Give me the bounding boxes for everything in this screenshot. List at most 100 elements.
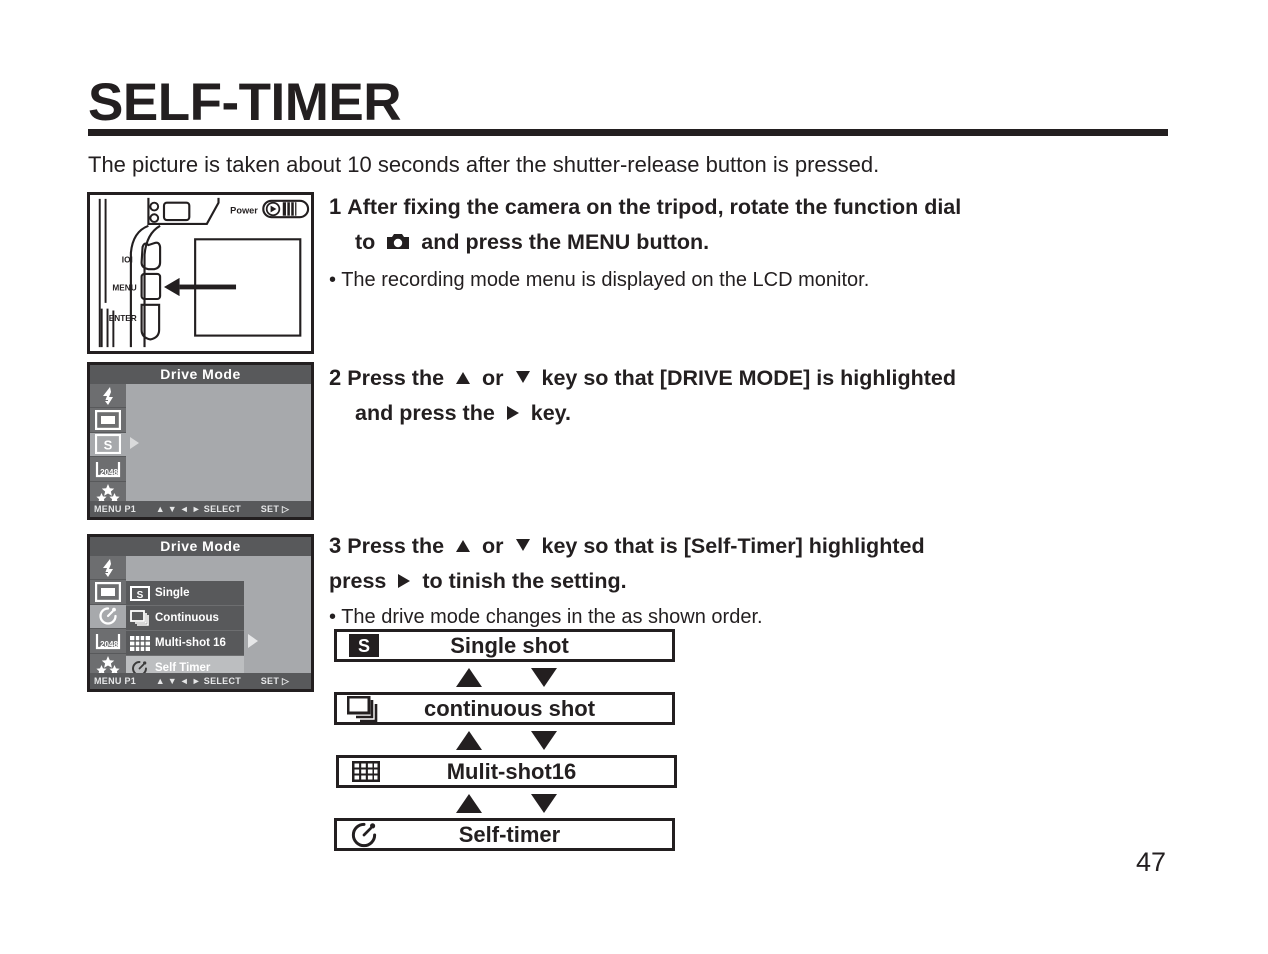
step-1-line-1-text: After fixing the camera on the tripod, r… (347, 195, 962, 219)
step-3-line-1-a: Press the (347, 534, 445, 558)
step-2: 2 Press the or key so that [DRIVE MODE] i… (329, 360, 1169, 431)
lcd1-status-menu: MENU P1 (94, 504, 137, 514)
step-1-line-2: to and press the MENU button. (329, 225, 1169, 262)
rail-item-resolution[interactable]: 2048 (90, 457, 126, 482)
menu-item-multishot-label: Multi-shot 16 (155, 637, 226, 649)
step-2-line-1-c: key so that [DRIVE MODE] is highlighted (541, 366, 957, 390)
self-timer-icon (337, 820, 391, 850)
camera-mode-icon (386, 227, 410, 262)
flow-arrows-1 (334, 662, 679, 692)
step-3-line-1: 3 Press the or key so that is [Self-Timer… (329, 528, 1169, 564)
camera-back-figure: Power ΙΟΙ MENU ENTER (87, 192, 314, 354)
step-2-number: 2 (329, 365, 342, 390)
step-3-line-2: press to tinish the setting. (329, 564, 1169, 599)
lcd-screen-drive-mode: Drive Mode S 2048 MENU P1 ▲ ▼ ◄ ► SELECT… (87, 362, 314, 520)
menu-item-continuous[interactable]: Continuous (126, 606, 244, 631)
lcd1-rail: S 2048 (90, 384, 126, 506)
step-2-line-1-b: or (482, 366, 504, 390)
lcd2-status-keys: ▲ ▼ ◄ ► (155, 676, 201, 686)
svg-text:2048: 2048 (100, 640, 118, 649)
step-1: 1 After fixing the camera on the tripod, … (329, 189, 1169, 295)
multishot-grid-icon (339, 761, 393, 782)
drive-mode-menu-list: S Single Continuous Multi-shot 16 Self T… (126, 581, 244, 681)
menu-item-multishot[interactable]: Multi-shot 16 (126, 631, 244, 656)
arrow-down-icon (531, 794, 557, 813)
step-1-number: 1 (329, 194, 342, 219)
step-1-line-2-prefix: to (355, 230, 376, 254)
lcd1-status-set: SET (260, 504, 280, 514)
arrow-up-icon (456, 540, 471, 552)
flow-item-self-timer-label: Self-timer (458, 821, 561, 847)
step-2-line-2-b: key. (530, 401, 572, 425)
arrow-up-icon (456, 668, 482, 687)
title-rule (88, 129, 1168, 136)
rail-item-flash[interactable] (90, 384, 126, 409)
svg-text:S: S (358, 636, 370, 656)
lcd2-status-bar: MENU P1 ▲ ▼ ◄ ► SELECT SET ▷ (90, 673, 311, 689)
page-number: 47 (1136, 847, 1167, 877)
step-2-line-1-a: Press the (347, 366, 445, 390)
flash-icon (103, 558, 113, 577)
power-label: Power (230, 205, 258, 215)
arrow-up-icon (456, 731, 482, 750)
menu-button-label: MENU (112, 283, 136, 292)
step-2-line-2: and press the key. (329, 396, 1169, 431)
lcd2-status-set-arrow: ▷ (281, 676, 290, 686)
pointer-arrow (163, 277, 237, 297)
single-s-icon: S (95, 434, 121, 455)
frame-icon (95, 410, 121, 431)
continuous-icon (130, 610, 152, 626)
rail-item-frame[interactable] (90, 580, 126, 605)
lcd2-status-set: SET (260, 676, 280, 686)
lcd1-status-keys: ▲ ▼ ◄ ► (155, 504, 201, 514)
arrow-down-icon (531, 731, 557, 750)
step-3-note: • The drive mode changes in the as shown… (329, 606, 763, 628)
arrow-right-icon (398, 574, 411, 588)
step-2-line-2-a: and press the (355, 401, 495, 425)
display-button-label: ΙΟΙ (122, 255, 133, 264)
flow-item-single-shot-label: Single shot (450, 632, 569, 658)
svg-text:S: S (137, 589, 144, 600)
lcd1-status-bar: MENU P1 ▲ ▼ ◄ ► SELECT SET ▷ (90, 501, 311, 517)
rail-item-flash[interactable] (90, 556, 126, 581)
lcd1-title: Drive Mode (90, 365, 311, 384)
drive-mode-flow-diagram: S Single shot continuous shot Mulit-shot… (334, 629, 679, 851)
lcd2-cursor-arrow (248, 634, 258, 648)
rail-item-drive-mode[interactable] (90, 604, 126, 630)
lcd2-rail: 2048 (90, 556, 126, 678)
menu-item-single[interactable]: S Single (126, 581, 244, 606)
flow-arrows-3 (334, 788, 679, 818)
step-1-line-1: 1 After fixing the camera on the tripod, … (329, 189, 1169, 225)
lcd2-status-menu: MENU P1 (94, 676, 137, 686)
arrow-up-icon (456, 372, 471, 384)
step-3-line-2-a: press (329, 569, 387, 593)
arrow-down-icon (531, 668, 557, 687)
step-3-line-2-b: to tinish the setting. (422, 569, 627, 593)
rail-item-resolution[interactable]: 2048 (90, 629, 126, 654)
intro-text: The picture is taken about 10 seconds af… (88, 152, 880, 177)
flow-item-continuous-shot-label: continuous shot (423, 695, 596, 721)
rail-item-frame[interactable] (90, 408, 126, 433)
svg-text:S: S (104, 438, 113, 453)
lcd1-cursor-arrow (130, 436, 139, 449)
arrow-up-icon (456, 794, 482, 813)
rail-item-drive-mode[interactable]: S (90, 432, 126, 458)
lcd2-title: Drive Mode (90, 537, 311, 556)
single-s-icon: S (130, 585, 152, 601)
step-3: 3 Press the or key so that is [Self-Timer… (329, 528, 1169, 632)
camera-illustration: Power ΙΟΙ MENU ENTER (98, 197, 310, 348)
flash-icon (103, 386, 113, 405)
resolution-2048-icon: 2048 (95, 633, 121, 649)
step-3-line-1-b: or (482, 534, 504, 558)
flow-item-single-shot: S Single shot (334, 629, 675, 662)
arrow-down-icon (515, 539, 530, 551)
lcd1-status-set-arrow: ▷ (281, 504, 290, 514)
lcd2-body: 2048 S Single Continuous Multi-shot 16 S… (90, 556, 311, 681)
continuous-icon (337, 695, 391, 722)
step-2-line-1: 2 Press the or key so that [DRIVE MODE] i… (329, 360, 1169, 396)
resolution-2048-icon: 2048 (95, 461, 121, 477)
lcd2-status-select: SELECT (203, 676, 242, 686)
frame-icon (95, 582, 121, 603)
flow-item-self-timer: Self-timer (334, 818, 675, 851)
step-1-note: • The recording mode menu is displayed o… (329, 269, 870, 291)
